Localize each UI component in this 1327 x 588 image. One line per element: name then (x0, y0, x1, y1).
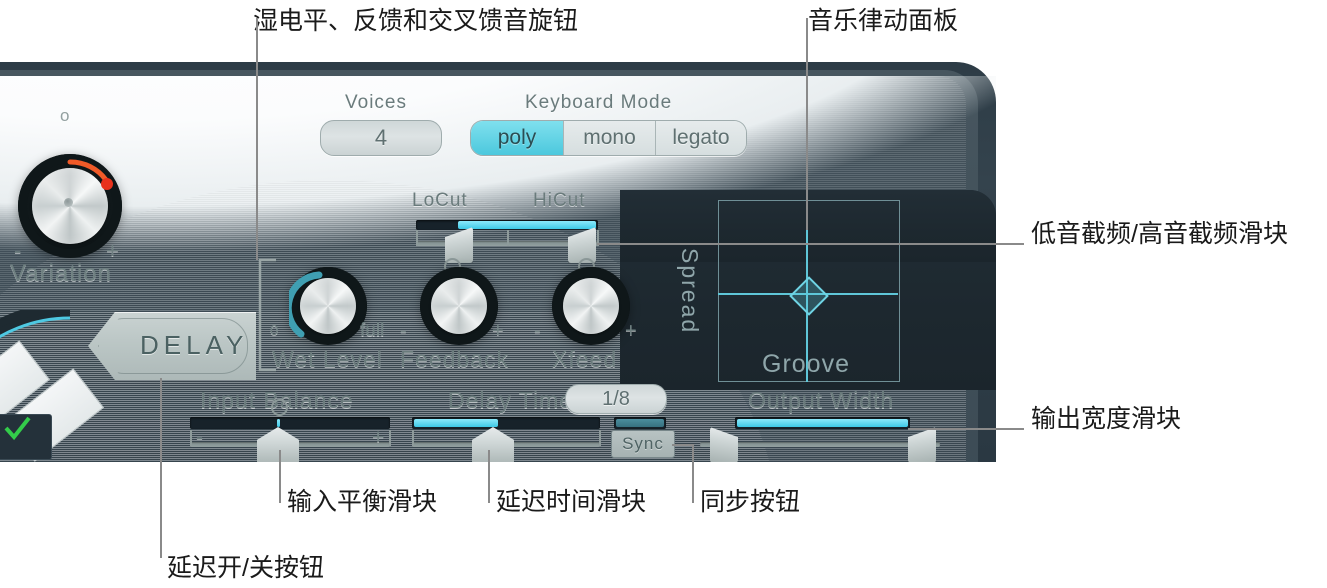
keyboard-mode-segmented-control[interactable]: poly mono legato (470, 120, 747, 156)
input-balance-max-label: + (372, 426, 385, 449)
delay-time-label: Delay Time (448, 387, 574, 413)
xfeed-knob[interactable] (552, 267, 630, 345)
keyboard-mode-option-mono[interactable]: mono (564, 121, 656, 155)
locut-hicut-tick-mid (507, 230, 509, 246)
sync-indicator-fill (616, 419, 664, 427)
callout-label-input-balance: 输入平衡滑块 (287, 488, 438, 516)
keyboard-mode-option-legato[interactable]: legato (656, 121, 746, 155)
voices-label: Voices (345, 92, 407, 113)
groove-axis-label: Groove (762, 350, 850, 378)
callout-line-delay-time (488, 450, 490, 503)
feedback-knob-cap (431, 278, 487, 334)
feedback-min-label: - (400, 320, 407, 342)
callout-label-delay-time: 延迟时间滑块 (496, 488, 647, 516)
wet-level-knob[interactable] (289, 267, 367, 345)
output-width-label: Output Width (748, 387, 895, 413)
callout-label-locut-hicut: 低音截频/高音截频滑块 (1031, 220, 1288, 248)
feedback-label: Feedback (400, 346, 510, 372)
voices-value-field[interactable]: 4 (320, 120, 442, 156)
output-width-fill (737, 419, 908, 427)
input-balance-center-tick (277, 419, 280, 427)
variation-top-marker: o (60, 106, 70, 125)
xfeed-label: Xfeed (552, 346, 618, 372)
callout-label-groove-panel: 音乐律动面板 (808, 7, 959, 35)
callout-label-wet-feedback-xfeed: 湿电平、反馈和交叉馈音旋钮 (253, 7, 579, 35)
wet-level-max-label: full (360, 320, 385, 341)
delay-time-fill (414, 419, 498, 427)
locut-hicut-fill (458, 221, 596, 229)
input-balance-tick-right (389, 430, 391, 446)
feedback-max-label: + (492, 320, 504, 342)
delay-time-tick-left (412, 430, 414, 446)
callout-line-output-width (908, 428, 1024, 430)
delay-time-tick-right (599, 430, 601, 446)
callout-line-sync-button-vertical (692, 444, 694, 503)
callout-label-sync-button: 同步按钮 (700, 488, 801, 516)
delay-button-label: DELAY (140, 330, 249, 360)
callout-line-sync-button-horizontal (672, 444, 694, 446)
variation-label: Variation (10, 260, 112, 287)
sync-button[interactable]: Sync (611, 430, 675, 458)
callout-label-delay-on-off: 延迟开/关按钮 (167, 554, 324, 582)
wet-level-bracket (258, 258, 276, 372)
keyboard-mode-option-poly[interactable]: poly (471, 121, 564, 155)
delay-plugin-window: o - + Variation Voices 4 Keyboard Mode p… (0, 62, 996, 462)
input-balance-track[interactable] (190, 417, 390, 429)
xfeed-min-label: - (534, 320, 541, 342)
locut-label: LoCut (412, 190, 468, 211)
input-balance-modulation-ring[interactable] (271, 399, 288, 416)
wet-level-label: Wet Level (272, 346, 383, 372)
input-balance-min-label: - (196, 426, 203, 449)
input-balance-tick-left (190, 430, 192, 446)
callout-line-input-balance (279, 450, 281, 503)
keyboard-mode-label: Keyboard Mode (525, 92, 673, 113)
xfeed-max-label: + (625, 320, 637, 342)
xfeed-knob-cap (563, 278, 619, 334)
locut-hicut-tick-left (416, 230, 418, 246)
callout-label-output-width: 输出宽度滑块 (1031, 405, 1182, 433)
callout-line-locut-hicut (597, 243, 1024, 245)
callout-line-wet-feedback-xfeed (256, 18, 258, 260)
callout-line-groove-panel (806, 18, 808, 230)
wet-level-knob-arc (289, 271, 323, 338)
callout-line-delay-on-off (160, 378, 162, 558)
delay-time-value-field[interactable]: 1/8 (565, 384, 667, 414)
spread-axis-label: Spread (677, 248, 703, 335)
feedback-knob[interactable] (420, 267, 498, 345)
hicut-label: HiCut (533, 190, 586, 211)
